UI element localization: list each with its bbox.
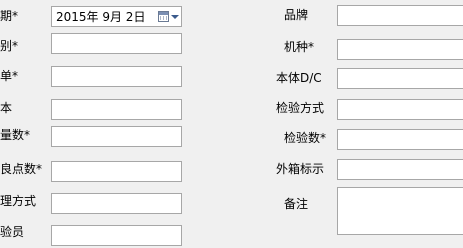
model-label: 机种*	[284, 40, 315, 54]
date-picker[interactable]: 2015年 9月 2日	[51, 6, 182, 27]
model-input[interactable]	[337, 39, 463, 60]
quantity-input[interactable]	[51, 126, 182, 147]
category-input[interactable]	[51, 33, 182, 54]
brand-label: 品牌	[284, 8, 309, 22]
sample-label: 本	[0, 101, 13, 115]
body-dc-input[interactable]	[337, 68, 463, 89]
category-label: 别*	[0, 39, 19, 53]
carton-mark-label: 外箱标示	[276, 162, 325, 176]
inspection-count-label: 检验数*	[284, 131, 327, 145]
handling-method-label: 理方式	[0, 194, 37, 208]
order-label: 单*	[0, 69, 19, 83]
inspection-method-input[interactable]	[337, 99, 463, 120]
chevron-down-icon	[170, 14, 179, 19]
remark-textarea[interactable]	[337, 187, 463, 235]
sample-input[interactable]	[51, 99, 182, 120]
defect-count-input[interactable]	[51, 161, 182, 182]
date-value[interactable]: 2015年 9月 2日	[52, 8, 155, 25]
brand-input[interactable]	[337, 5, 463, 26]
inspection-method-label: 检验方式	[276, 101, 325, 115]
inspector-input[interactable]	[51, 225, 182, 246]
inspector-label: 验员	[0, 225, 25, 239]
handling-method-input[interactable]	[51, 193, 182, 214]
body-dc-label: 本体D/C	[276, 71, 322, 85]
defect-count-label: 良点数*	[0, 162, 43, 176]
date-picker-button[interactable]	[155, 7, 181, 26]
date-label: 期*	[0, 9, 19, 23]
quantity-label: 量数*	[0, 128, 31, 142]
remark-label: 备注	[284, 197, 309, 211]
carton-mark-input[interactable]	[337, 159, 463, 180]
order-input[interactable]	[51, 66, 182, 87]
calendar-icon	[157, 11, 169, 22]
inspection-count-input[interactable]	[337, 129, 463, 150]
